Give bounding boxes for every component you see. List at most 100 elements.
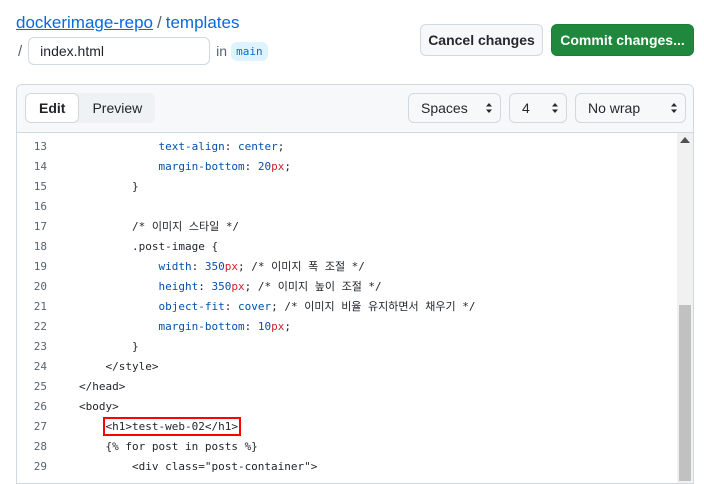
code-line: 13 text-align: center;	[17, 137, 693, 157]
line-number: 27	[33, 420, 47, 433]
css-unit: px	[231, 280, 245, 293]
code-text: <h1>test-web-02</h1>	[47, 417, 241, 437]
line-number: 22	[33, 320, 47, 333]
editor-toolbar: Edit Preview Spaces 4 No wrap	[17, 85, 693, 133]
code-text: text-align: center;	[47, 137, 284, 157]
code-line: 27 <h1>test-web-02</h1>	[17, 417, 693, 437]
line-number: 29	[33, 460, 47, 473]
code-line: 29 <div class="post-container">	[17, 457, 693, 477]
code-line: 15 }	[17, 177, 693, 197]
code-text: }	[47, 337, 139, 357]
code-text: /* 이미지 스타일 */	[47, 217, 239, 237]
css-number: 350	[211, 280, 232, 293]
edit-preview-tabs: Edit Preview	[25, 93, 156, 123]
css-property: margin-bottom	[158, 320, 245, 333]
code-text: object-fit: cover; /* 이미지 비율 유지하면서 채우기 *…	[47, 297, 476, 317]
code-text: <div class="post-container">	[47, 457, 317, 477]
repo-link[interactable]: dockerimage-repo	[16, 13, 153, 32]
breadcrumb: dockerimage-repo / templates	[16, 12, 239, 34]
line-number: 24	[33, 360, 47, 373]
css-number: 350	[204, 260, 225, 273]
line-number: 17	[33, 220, 47, 233]
indent-mode-select[interactable]: Spaces	[408, 93, 501, 123]
code-content: }	[79, 340, 139, 353]
filename-input[interactable]	[28, 37, 211, 65]
code-area[interactable]: 13 text-align: center; 14 margin-bottom: …	[17, 133, 693, 477]
code-text: margin-bottom: 20px;	[47, 157, 290, 177]
line-number: 15	[33, 180, 47, 193]
code-line: 22 margin-bottom: 10px;	[17, 317, 693, 337]
indent-mode-value: Spaces	[421, 100, 468, 116]
code-comment: /* 이미지 비율 유지하면서 채우기 */	[277, 300, 476, 313]
css-value: center	[237, 140, 278, 153]
scroll-up-arrow-icon[interactable]	[680, 137, 690, 143]
code-line: 14 margin-bottom: 20px;	[17, 157, 693, 177]
code-line: 28 {% for post in posts %}	[17, 437, 693, 457]
css-unit: px	[271, 160, 285, 173]
code-text: }	[47, 177, 139, 197]
line-number: 20	[33, 280, 47, 293]
code-content: /* 이미지 스타일 */	[79, 220, 240, 233]
code-line: 20 height: 350px; /* 이미지 높이 조절 */	[17, 277, 693, 297]
select-caret-icon	[486, 103, 492, 113]
tab-preview[interactable]: Preview	[79, 93, 155, 123]
code-text: width: 350px; /* 이미지 폭 조절 */	[47, 257, 365, 277]
code-content: .post-image {	[79, 240, 219, 253]
tab-edit[interactable]: Edit	[25, 93, 80, 123]
code-content: </style>	[79, 360, 159, 373]
line-number: 23	[33, 340, 47, 353]
code-text: .post-image {	[47, 237, 218, 257]
code-text: </head>	[47, 377, 125, 397]
code-editor: Edit Preview Spaces 4 No wrap 13 text-al…	[16, 84, 694, 484]
select-caret-icon	[552, 103, 558, 113]
code-line: 16	[17, 197, 693, 217]
css-number: 20	[257, 160, 272, 173]
wrap-mode-select[interactable]: No wrap	[575, 93, 686, 123]
line-number: 25	[33, 380, 47, 393]
vertical-scrollbar[interactable]	[677, 133, 693, 483]
code-text: margin-bottom: 10px;	[47, 317, 290, 337]
path-slash: /	[18, 42, 23, 60]
line-number: 18	[33, 240, 47, 253]
line-number: 19	[33, 260, 47, 273]
css-value: cover	[237, 300, 272, 313]
code-line: 23 }	[17, 337, 693, 357]
wrap-mode-value: No wrap	[588, 100, 641, 116]
highlighted-h1-tag: <h1>test-web-02</h1>	[102, 417, 241, 436]
filename-row: / in main	[18, 36, 268, 66]
css-property: height	[158, 280, 199, 293]
select-caret-icon	[671, 103, 677, 113]
code-line: 21 object-fit: cover; /* 이미지 비율 유지하면서 채우…	[17, 297, 693, 317]
code-line: 26 <body>	[17, 397, 693, 417]
code-text: </style>	[47, 357, 158, 377]
branch-badge: main	[231, 41, 268, 61]
folder-link[interactable]: templates	[166, 13, 240, 32]
code-line: 19 width: 350px; /* 이미지 폭 조절 */	[17, 257, 693, 277]
css-property: margin-bottom	[158, 160, 245, 173]
line-number: 14	[33, 160, 47, 173]
code-content: {% for post in posts %}	[79, 440, 258, 453]
cancel-changes-button[interactable]: Cancel changes	[420, 24, 543, 56]
css-property: object-fit	[158, 300, 225, 313]
scrollbar-thumb[interactable]	[679, 305, 691, 481]
css-property: text-align	[158, 140, 225, 153]
code-line: 25 </head>	[17, 377, 693, 397]
code-line: 18 .post-image {	[17, 237, 693, 257]
breadcrumb-separator: /	[157, 13, 162, 32]
code-text: {% for post in posts %}	[47, 437, 258, 457]
indent-size-value: 4	[522, 100, 530, 116]
commit-changes-button[interactable]: Commit changes...	[551, 24, 694, 56]
indent-size-select[interactable]: 4	[509, 93, 567, 123]
code-content: </head>	[79, 380, 126, 393]
line-number: 16	[33, 200, 47, 213]
code-comment: /* 이미지 폭 조절 */	[244, 260, 365, 273]
code-line: 17 /* 이미지 스타일 */	[17, 217, 693, 237]
